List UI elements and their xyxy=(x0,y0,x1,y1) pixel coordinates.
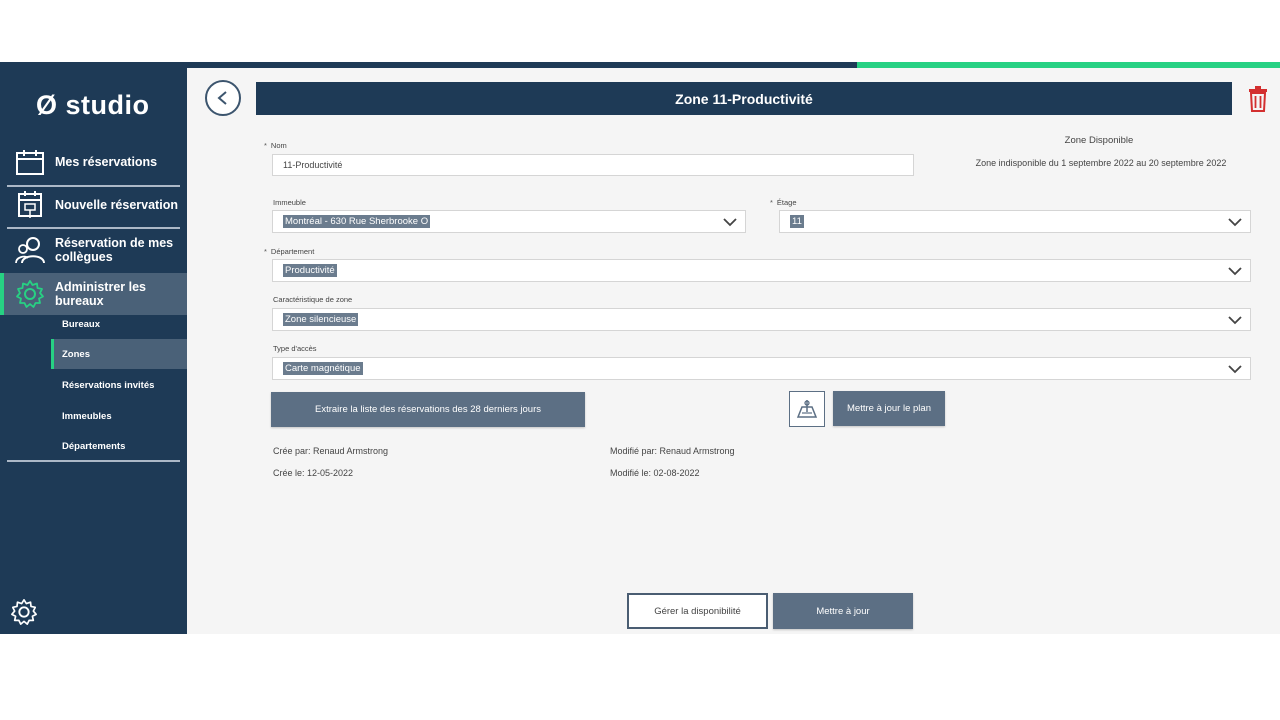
sidebar-subitem-label: Départements xyxy=(62,441,126,452)
sidebar-divider xyxy=(7,227,180,229)
chevron-down-icon xyxy=(723,218,737,227)
acces-select[interactable]: Carte magnétique xyxy=(272,357,1251,380)
chevron-left-icon xyxy=(217,91,227,105)
immeuble-label: Immeuble xyxy=(273,198,306,207)
sidebar-subitem-label: Bureaux xyxy=(62,319,101,330)
sidebar-item-reservation-collegues[interactable]: Réservation de mes collègues xyxy=(7,230,180,270)
settings-gear-icon[interactable] xyxy=(10,598,38,626)
etage-value: 11 xyxy=(790,215,804,228)
sidebar-subitem-label: Zones xyxy=(62,348,90,360)
sidebar-subitem-departements[interactable]: Départements xyxy=(62,441,125,452)
departement-select[interactable]: Productivité xyxy=(272,259,1251,282)
back-button[interactable] xyxy=(205,80,241,116)
sidebar-subitem-label: Réservations invités xyxy=(62,380,155,391)
availability-text: Zone indisponible du 1 septembre 2022 au… xyxy=(975,158,1227,168)
calendar-icon xyxy=(13,145,47,179)
progress-fill xyxy=(857,62,1280,68)
chevron-down-icon xyxy=(1228,267,1242,276)
users-icon xyxy=(13,233,47,267)
immeuble-select[interactable]: Montréal - 630 Rue Sherbrooke O xyxy=(272,210,746,233)
studio-logo: Ø studio xyxy=(36,90,150,120)
availability-title: Zone Disponible xyxy=(1064,135,1134,146)
nom-label: * Nom xyxy=(264,141,287,150)
created-by: Crée par: Renaud Armstrong xyxy=(273,446,389,456)
app-window: Ø studio Mes réservations Nouvelle réser… xyxy=(0,62,1280,634)
chevron-down-icon xyxy=(1228,365,1242,374)
sidebar-item-label: Réservation de mes collègues xyxy=(55,236,174,264)
floor-plan-button[interactable] xyxy=(789,391,825,427)
sidebar-item-nouvelle-reservation[interactable]: Nouvelle réservation xyxy=(7,187,180,223)
progress-bar xyxy=(0,62,1280,68)
update-plan-button[interactable]: Mettre à jour le plan xyxy=(833,391,945,426)
sidebar-subitem-immeubles[interactable]: Immeubles xyxy=(62,411,112,422)
modified-by: Modifié par: Renaud Armstrong xyxy=(610,446,735,456)
chevron-down-icon xyxy=(1228,218,1242,227)
sidebar-subitem-bureaux[interactable]: Bureaux xyxy=(62,319,100,330)
sidebar-divider xyxy=(7,460,180,462)
export-reservations-button[interactable]: Extraire la liste des réservations des 2… xyxy=(271,392,585,427)
sidebar-item-label: Nouvelle réservation xyxy=(55,198,178,212)
chevron-down-icon xyxy=(1228,316,1242,325)
gear-icon xyxy=(13,277,47,311)
update-button[interactable]: Mettre à jour xyxy=(773,593,913,629)
modified-on: Modifié le: 02-08-2022 xyxy=(610,468,700,478)
calendar-desk-icon xyxy=(13,188,47,222)
sidebar-item-administrer-bureaux[interactable]: Administrer les bureaux xyxy=(0,273,187,315)
etage-label: * Étage xyxy=(770,198,797,207)
sidebar-item-label: Mes réservations xyxy=(55,155,158,169)
sidebar-subitem-reservations-invites[interactable]: Réservations invités xyxy=(62,380,154,391)
floor-plan-icon xyxy=(796,400,818,418)
sidebar: Ø studio Mes réservations Nouvelle réser… xyxy=(0,68,187,634)
sidebar-item-label: Administrer les bureaux xyxy=(55,280,147,308)
caracteristique-select[interactable]: Zone silencieuse xyxy=(272,308,1251,331)
acces-value: Carte magnétique xyxy=(283,362,363,375)
page-title: Zone 11-Productivité xyxy=(256,82,1232,115)
sidebar-subitem-zones[interactable]: Zones xyxy=(51,339,187,369)
departement-label: * Département xyxy=(264,247,315,256)
trash-icon[interactable] xyxy=(1248,86,1268,112)
etage-select[interactable]: 11 xyxy=(779,210,1251,233)
manage-availability-button[interactable]: Gérer la disponibilité xyxy=(627,593,768,629)
acces-label: Type d'accès xyxy=(273,344,317,353)
sidebar-subitem-label: Immeubles xyxy=(62,411,112,422)
nom-field[interactable]: 11-Productivité xyxy=(272,154,914,176)
immeuble-value: Montréal - 630 Rue Sherbrooke O xyxy=(283,215,431,228)
caracteristique-label: Caractéristique de zone xyxy=(273,295,353,304)
caracteristique-value: Zone silencieuse xyxy=(283,313,359,326)
sidebar-item-mes-reservations[interactable]: Mes réservations xyxy=(7,144,180,180)
created-on: Crée le: 12-05-2022 xyxy=(273,468,354,478)
departement-value: Productivité xyxy=(283,264,337,277)
